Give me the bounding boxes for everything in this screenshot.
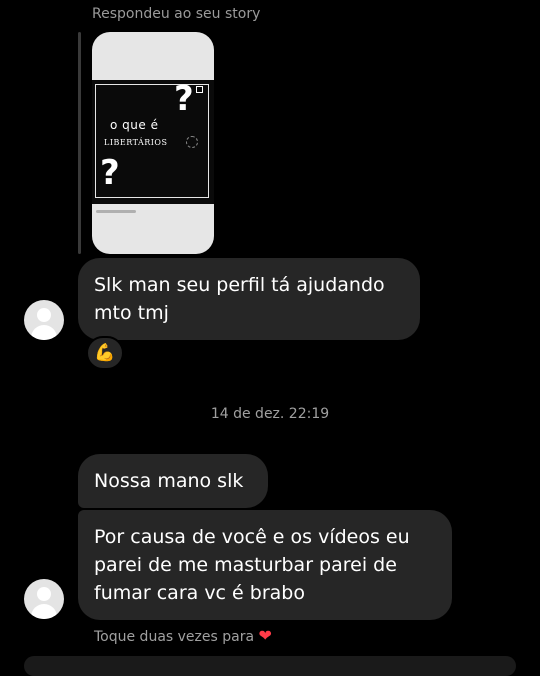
heart-icon: ❤ <box>258 626 272 645</box>
avatar-body-icon <box>31 325 57 340</box>
flexed-biceps-icon: 💪 <box>94 343 116 363</box>
avatar[interactable] <box>24 300 64 340</box>
reply-indicator-bar <box>78 32 81 254</box>
avatar-body-icon <box>31 604 57 619</box>
story-text-line-1: o que é <box>110 118 159 132</box>
reply-label: Respondeu ao seu story <box>92 6 261 22</box>
avatar[interactable] <box>24 579 64 619</box>
double-tap-hint: Toque duas vezes para ❤ <box>94 626 272 645</box>
double-tap-hint-text: Toque duas vezes para <box>94 629 255 645</box>
composer-edge[interactable] <box>24 656 516 676</box>
story-logo-icon <box>186 136 198 148</box>
square-icon <box>196 86 203 93</box>
question-mark-icon: ? <box>174 79 194 119</box>
story-image: ? o que é LIBERTÁRIOS ? <box>92 80 214 204</box>
question-mark-icon: ? <box>100 153 120 193</box>
message-bubble[interactable]: Slk man seu perfil tá ajudando mto tmj <box>78 258 420 340</box>
message-bubble[interactable]: Por causa de você e os vídeos eu parei d… <box>78 510 452 620</box>
avatar-head-icon <box>37 587 51 601</box>
story-caption-mark <box>96 210 136 213</box>
avatar-head-icon <box>37 308 51 322</box>
message-bubble[interactable]: Nossa mano slk <box>78 454 268 508</box>
story-preview-card[interactable]: ? o que é LIBERTÁRIOS ? <box>92 32 214 254</box>
story-text-line-2: LIBERTÁRIOS <box>104 138 168 147</box>
timestamp: 14 de dez. 22:19 <box>210 406 330 422</box>
reaction-badge[interactable]: 💪 <box>86 336 124 370</box>
